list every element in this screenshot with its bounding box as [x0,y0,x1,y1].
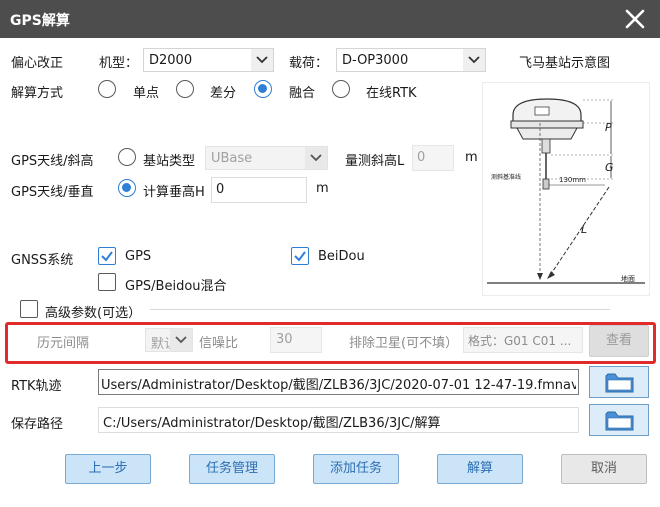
beidou-label: BeiDou [318,249,365,264]
advanced-label: 高级参数(可选） [45,306,142,321]
option-fusion: 融合 [289,86,316,101]
task-manage-button[interactable]: 任务管理 [189,454,275,484]
option-online-rtk: 在线RTK [366,86,417,101]
radio-single-point[interactable] [98,80,116,98]
model-dropdown-arrow[interactable] [251,49,273,71]
gps-label: GPS [125,249,152,264]
gps-checkbox[interactable] [98,247,116,265]
radio-calc-vertical[interactable] [118,179,136,197]
prev-step-button[interactable]: 上一步 [65,454,151,484]
close-button[interactable] [622,6,648,32]
advanced-divider [150,309,610,310]
diagram-g-label: G [605,161,614,174]
chevron-down-icon [256,56,268,64]
diagram-mark-label: 测斜基准线 [491,173,521,181]
antenna-slant-label: GPS天线/斜高 [11,154,94,169]
dialog-body: 偏心改正 机型： D2000 载荷： D-OP3000 飞马基站示意图 解算方式… [0,38,660,507]
diagram-p-label: P [605,121,612,134]
rtk-path-input[interactable]: Users/Administrator/Desktop/截图/ZLB36/3JC… [98,369,579,395]
add-task-button[interactable]: 添加任务 [313,454,399,484]
diagram-l-label: L [581,223,587,236]
save-path-value: C:/Users/Administrator/Desktop/截图/ZLB36/… [103,416,441,431]
checkmark-icon [101,251,113,262]
save-path-label: 保存路径 [11,417,64,432]
checkmark-icon [294,251,306,262]
option-single-point: 单点 [133,86,160,101]
chevron-down-icon [310,154,322,162]
rtk-path-value: Users/Administrator/Desktop/截图/ZLB36/3JC… [101,378,576,393]
advanced-checkbox[interactable] [20,300,38,318]
beidou-checkbox[interactable] [291,247,309,265]
folder-icon [605,373,634,393]
measured-slant-value: 0 [417,150,426,165]
solve-mode-label: 解算方式 [11,86,64,101]
measured-slant-unit: m [465,150,478,165]
folder-icon [605,411,634,431]
radio-differential[interactable] [176,80,194,98]
calc-vertical-input[interactable]: 0 [211,177,307,203]
eccentric-label: 偏心改正 [11,56,64,71]
title-bar: GPS解算 [0,0,660,38]
window-title: GPS解算 [10,13,70,29]
payload-label: 载荷： [289,56,329,71]
radio-base-type[interactable] [118,148,136,166]
base-type-value: UBase [211,151,253,166]
chevron-down-icon [468,56,480,64]
save-path-input[interactable]: C:/Users/Administrator/Desktop/截图/ZLB36/… [98,407,579,433]
calc-vertical-label: 计算垂高H [143,185,205,200]
mixed-label: GPS/Beidou混合 [125,279,227,294]
calc-vertical-value: 0 [216,182,225,197]
mixed-checkbox[interactable] [98,273,116,291]
rtk-browse-button[interactable] [589,366,649,398]
cancel-button[interactable]: 取消 [561,454,647,484]
base-station-diagram-image: P G 130mm 测斜基准线 L 地面 [487,98,645,284]
radio-online-rtk[interactable] [332,80,350,98]
model-select[interactable]: D2000 [143,48,274,72]
model-label: 机型： [99,56,139,71]
model-value: D2000 [149,53,193,68]
calc-vertical-unit: m [316,181,329,196]
measured-slant-label: 量测斜高L [345,154,405,169]
gnss-label: GNSS系统 [11,253,74,268]
close-icon [625,9,645,29]
solve-button[interactable]: 解算 [437,454,523,484]
payload-value: D-OP3000 [342,53,409,68]
base-type-select[interactable]: UBase [205,146,328,170]
rtk-highlight-box [5,322,656,364]
payload-select[interactable]: D-OP3000 [336,48,486,72]
diagram-title: 飞马基站示意图 [519,56,611,71]
measured-slant-input[interactable]: 0 [412,145,454,171]
rtk-label: RTK轨迹 [11,379,62,394]
save-browse-button[interactable] [589,404,649,436]
diagram-measure-label: 130mm [559,176,586,184]
base-type-label: 基站类型 [143,154,196,169]
radio-fusion[interactable] [254,80,272,98]
base-station-diagram: P G 130mm 测斜基准线 L 地面 [482,82,650,296]
antenna-vertical-label: GPS天线/垂直 [11,185,94,200]
payload-dropdown-arrow[interactable] [463,49,485,71]
diagram-ground-label: 地面 [621,274,635,283]
option-differential: 差分 [210,86,237,101]
base-type-dropdown-arrow[interactable] [305,147,327,169]
